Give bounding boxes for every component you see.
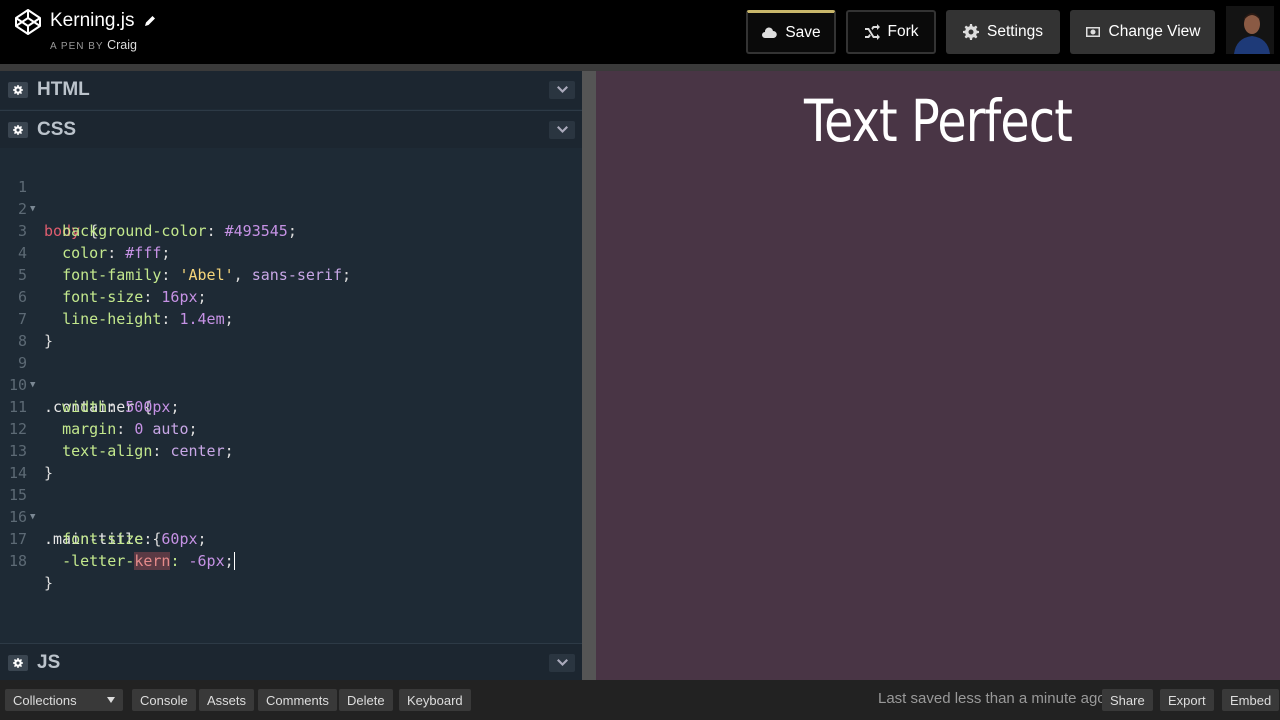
code-line: 14	[0, 440, 582, 482]
pen-author-line: A PEN BY Craig	[50, 38, 137, 52]
editor-column: HTML CSS 1 ▼ body { 2 background-color: …	[0, 71, 582, 680]
code-line: 5 font-size: 16px;	[0, 242, 582, 306]
css-collapse-button[interactable]	[549, 121, 575, 139]
text-cursor	[233, 552, 244, 570]
eye-icon	[1085, 27, 1100, 37]
code-line: 15 ▼ .main-title {	[0, 462, 582, 548]
code-line: 6 line-height: 1.4em;	[0, 264, 582, 328]
cloud-icon	[762, 26, 778, 38]
html-collapse-button[interactable]	[549, 81, 575, 99]
code-line: 9 ▼ .container {	[0, 330, 582, 416]
settings-button[interactable]: Settings	[946, 10, 1060, 54]
delete-button[interactable]: Delete	[339, 689, 393, 711]
property: -letter-	[62, 552, 135, 570]
code-line: 3 color: #fff;	[0, 198, 582, 262]
html-settings-button[interactable]	[8, 82, 28, 98]
save-button[interactable]: Save	[746, 10, 836, 54]
code-line: 18 }	[0, 528, 582, 592]
gear-icon	[13, 658, 23, 668]
embed-button[interactable]: Embed	[1222, 689, 1280, 711]
export-button[interactable]: Export	[1160, 689, 1214, 711]
result-preview[interactable]: Text Perfect	[596, 71, 1280, 680]
code-line: 1 ▼ body {	[0, 154, 582, 240]
gear-icon	[13, 125, 23, 135]
js-editor-title: JS	[37, 652, 61, 673]
change-view-button[interactable]: Change View	[1070, 10, 1215, 54]
js-collapse-button[interactable]	[549, 654, 575, 672]
fork-button-label: Fork	[887, 23, 919, 40]
code-line: 10 width: 500px;	[0, 352, 582, 416]
pen-title-text: Kerning.js	[50, 10, 135, 31]
settings-button-label: Settings	[986, 23, 1043, 40]
code-line: 7 }	[0, 286, 582, 350]
avatar-image	[1226, 6, 1274, 54]
chevron-down-icon	[556, 86, 568, 93]
change-view-button-label: Change View	[1108, 23, 1201, 40]
header-divider[interactable]	[0, 64, 1280, 71]
share-button[interactable]: Share	[1102, 689, 1153, 711]
console-button[interactable]: Console	[132, 689, 196, 711]
footer-bar: Collections Console Assets Comments Dele…	[0, 680, 1280, 720]
assets-button[interactable]: Assets	[199, 689, 255, 711]
fork-icon	[864, 24, 880, 40]
value: -6px	[188, 552, 225, 570]
header-bar: Kerning.js A PEN BY Craig Save Fork Sett…	[0, 0, 1280, 64]
pen-author-link[interactable]: Craig	[107, 38, 137, 52]
save-status: Last saved less than a minute ago	[878, 690, 1106, 707]
css-code-editor[interactable]: 1 ▼ body { 2 background-color: #493545; …	[0, 150, 582, 642]
pen-by-label: A PEN BY	[50, 41, 104, 52]
js-editor-header[interactable]: JS	[0, 643, 582, 680]
css-settings-button[interactable]	[8, 122, 28, 138]
html-editor-header[interactable]: HTML	[0, 71, 582, 109]
code-line: 11 margin: 0 auto;	[0, 374, 582, 438]
preview-main-title: Text Perfect	[803, 87, 1073, 155]
collections-dropdown[interactable]: Collections	[5, 689, 123, 711]
pen-title[interactable]: Kerning.js	[50, 10, 157, 32]
user-avatar[interactable]	[1226, 6, 1274, 54]
chevron-down-icon	[556, 126, 568, 133]
code-line: 12 text-align: center;	[0, 396, 582, 460]
html-editor-title: HTML	[37, 79, 90, 100]
editor-preview-resizer[interactable]	[582, 71, 596, 680]
code-line: 16 font-size: 60px;	[0, 484, 582, 548]
gear-icon	[962, 24, 979, 40]
js-settings-button[interactable]	[8, 655, 28, 671]
css-editor-header[interactable]: CSS	[0, 110, 582, 148]
code-line: 17 -letter-kern: -6px;	[0, 506, 582, 570]
comments-button[interactable]: Comments	[258, 689, 337, 711]
pencil-icon[interactable]	[143, 14, 157, 28]
code-line: 4 font-family: 'Abel', sans-serif;	[0, 220, 582, 284]
css-editor-title: CSS	[37, 119, 77, 140]
code-line: 2 background-color: #493545;	[0, 176, 582, 240]
codepen-logo-icon[interactable]	[14, 8, 42, 36]
gear-icon	[13, 85, 23, 95]
save-button-label: Save	[785, 23, 821, 41]
line-number: 18	[8, 552, 27, 570]
invalid-property-highlight: kern	[134, 552, 171, 570]
code-line: 13 }	[0, 418, 582, 482]
chevron-down-icon	[556, 659, 568, 666]
keyboard-button[interactable]: Keyboard	[399, 689, 471, 711]
fork-button[interactable]: Fork	[846, 10, 936, 54]
code-line: 8	[0, 308, 582, 350]
collections-label: Collections	[13, 692, 77, 708]
brace: }	[44, 574, 54, 592]
chevron-down-icon	[107, 697, 115, 703]
